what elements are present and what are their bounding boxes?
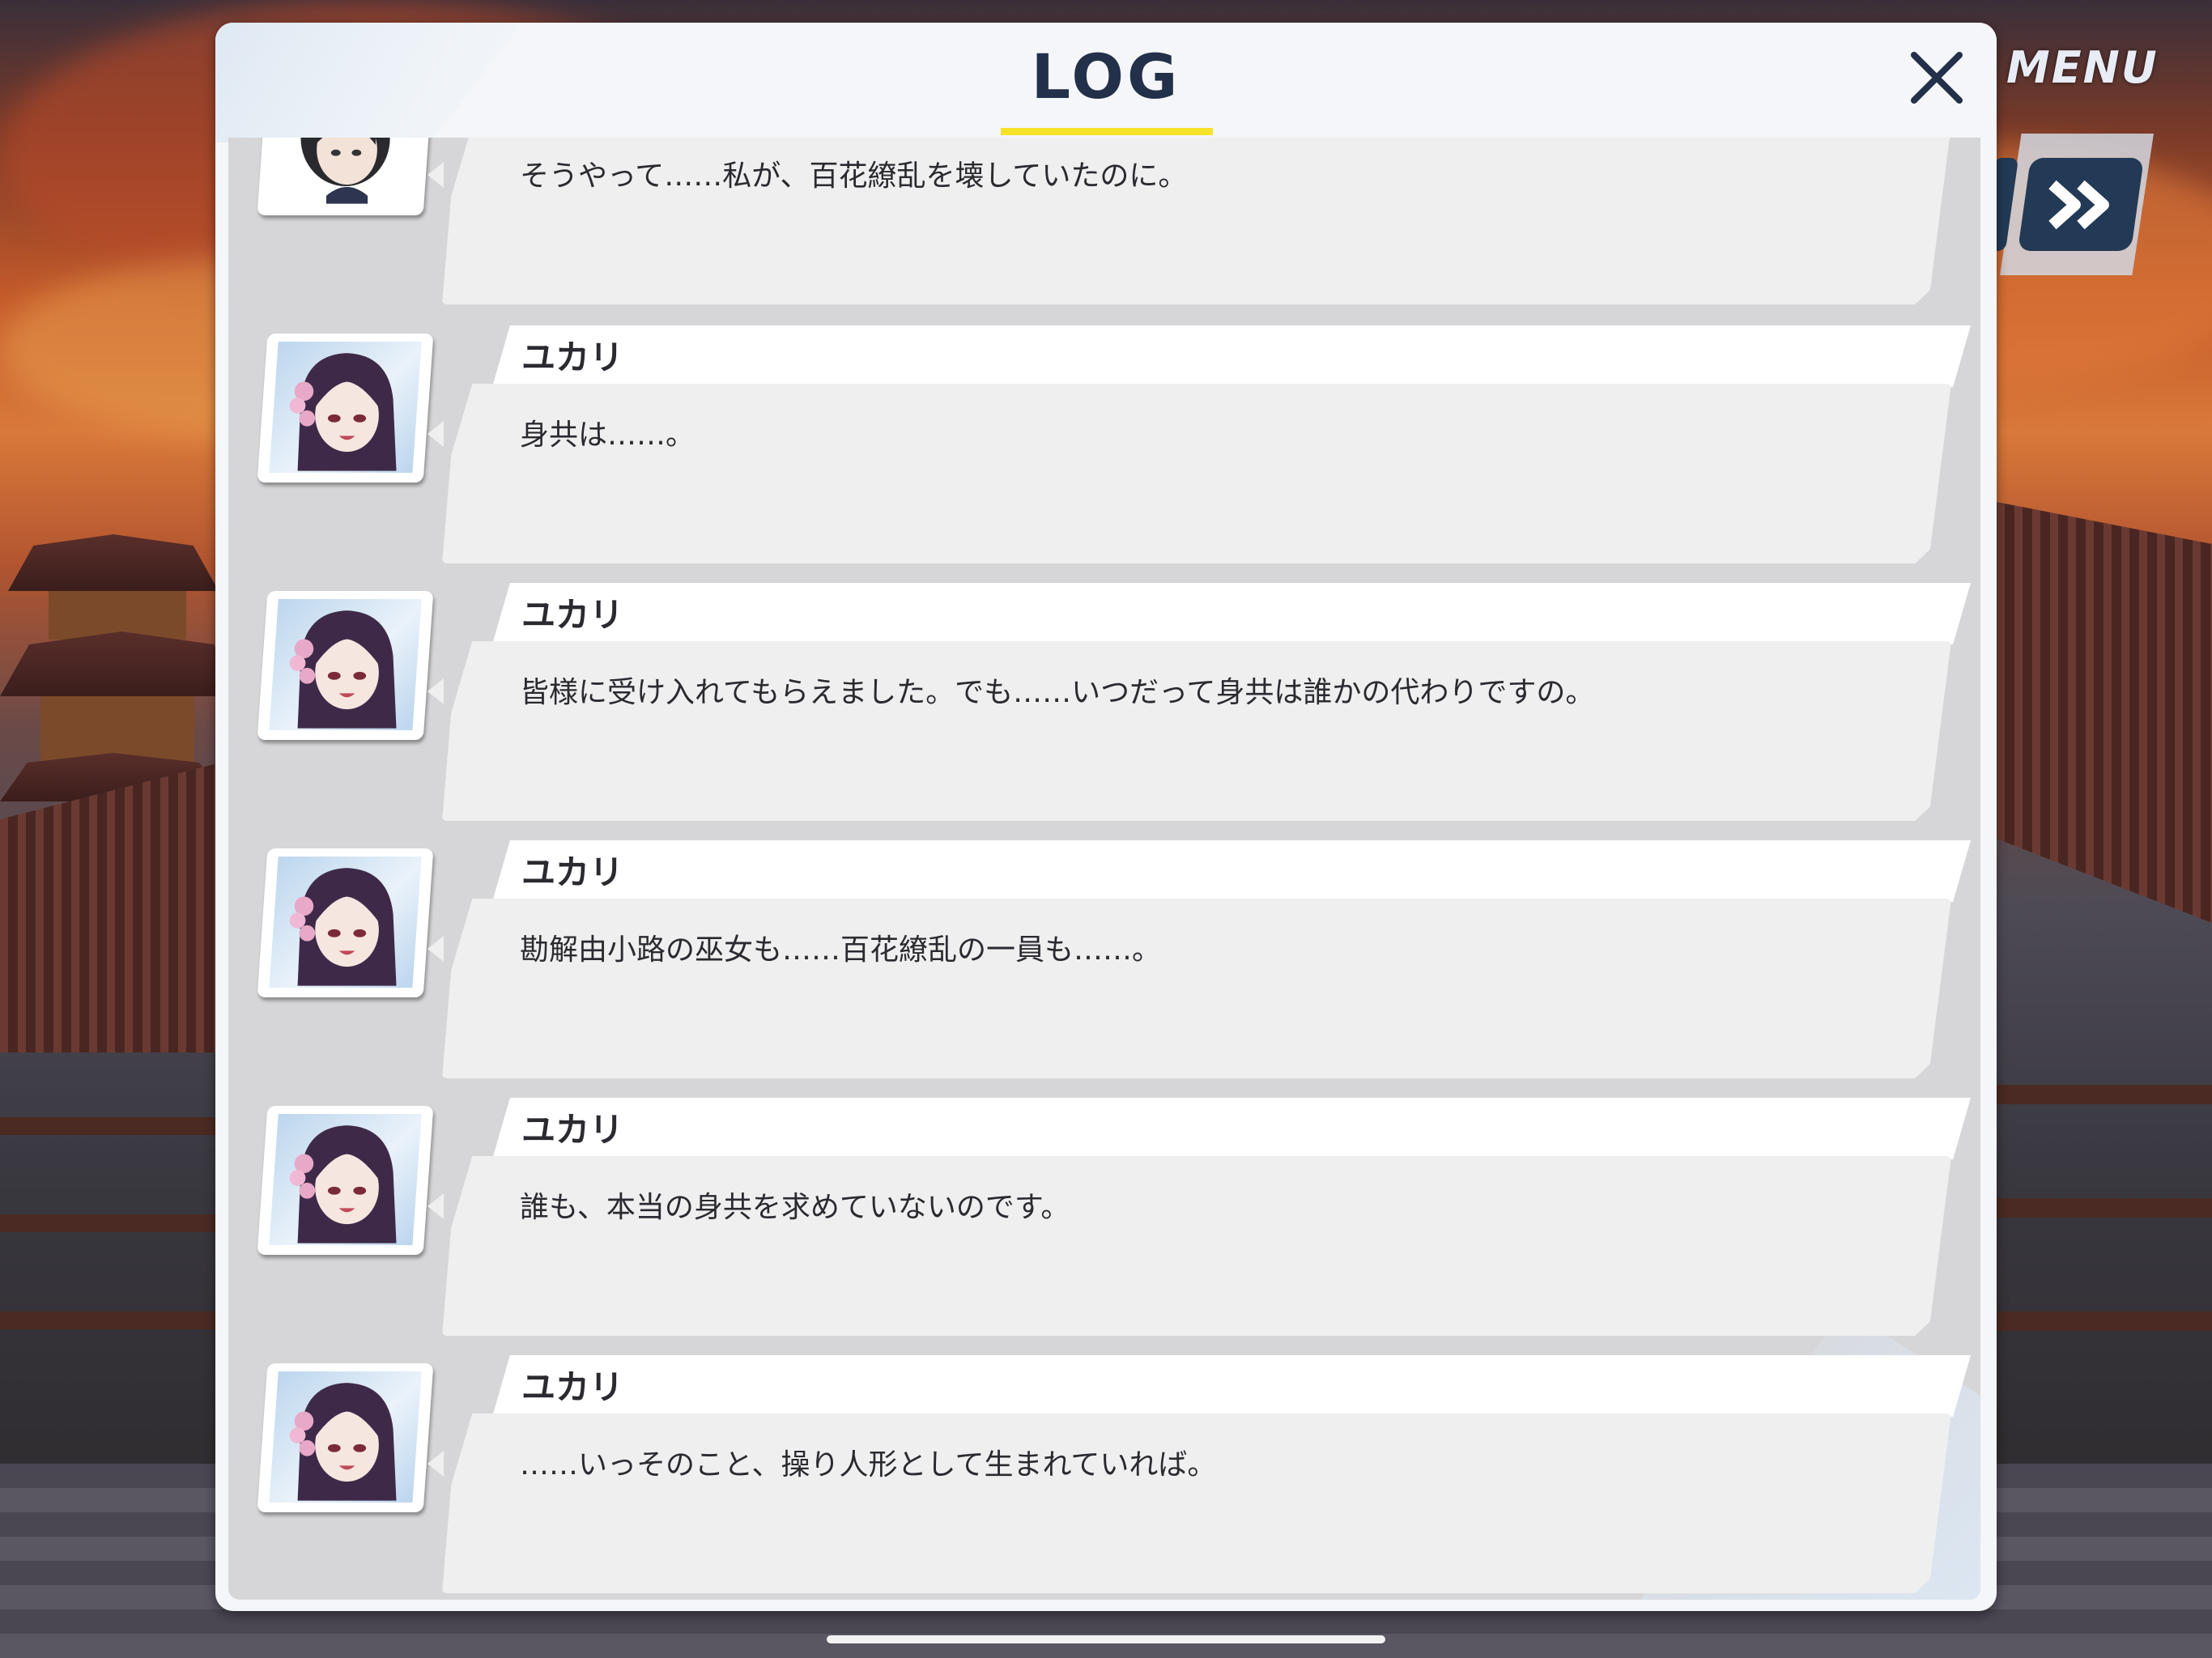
dialogue-text: ……いっそのこと、操り人形として生まれていれば。 bbox=[520, 1448, 1217, 1482]
speaker-name: ユカリ bbox=[521, 852, 624, 892]
yukari-portrait-icon bbox=[289, 1383, 397, 1501]
short-black-hair-girl-icon bbox=[300, 138, 390, 204]
log-entry: ユカリ ……いっそのこと、操り人形として生まれていれば。 bbox=[228, 1355, 1980, 1600]
dialogue-text: 勘解由小路の巫女も……百花繚乱の一員も……。 bbox=[520, 933, 1162, 967]
title-underline bbox=[1001, 128, 1213, 135]
dialogue-text: 誰も、本当の身共を求めていないのです。 bbox=[520, 1191, 1070, 1224]
menu-button[interactable]: MENU bbox=[2006, 42, 2159, 93]
dialogue-bubble: 勘解由小路の巫女も……百花繚乱の一員も……。 bbox=[442, 899, 1951, 1078]
speaker-name: ユカリ bbox=[521, 1367, 624, 1407]
home-indicator[interactable] bbox=[827, 1635, 1385, 1643]
dialogue-bubble: ……いっそのこと、操り人形として生まれていれば。 bbox=[442, 1414, 1951, 1593]
dialogue-bubble: そうやって……私が、百花繚乱を壊していたのに。 bbox=[442, 138, 1951, 304]
fast-forward-button[interactable] bbox=[2017, 158, 2145, 251]
speaker-name: ユカリ bbox=[521, 1110, 624, 1150]
log-entry: ユカリ 誰も、本当の身共を求めていないのです。 bbox=[228, 1098, 1980, 1355]
roof-tiles-right bbox=[1997, 502, 2212, 923]
dialogue-text: 身共は……。 bbox=[520, 419, 696, 452]
speaker-name-tab: ユカリ bbox=[492, 1355, 1971, 1417]
log-entry: ユカリ 勘解由小路の巫女も……百花繚乱の一員も……。 bbox=[228, 840, 1980, 1098]
log-title: LOG bbox=[1031, 40, 1181, 113]
yukari-portrait-icon bbox=[289, 868, 397, 986]
speaker-name-tab: ユカリ bbox=[492, 1098, 1971, 1159]
dialogue-bubble: 皆様に受け入れてもらえました。でも……いつだって身共は誰かの代わりですの。 bbox=[442, 641, 1951, 821]
yukari-portrait-icon bbox=[289, 610, 397, 729]
close-button[interactable] bbox=[1896, 37, 1977, 118]
log-scroll-area[interactable]: そうやって……私が、百花繚乱を壊していたのに。 ユカリ 身共は……。 ユカリ 皆… bbox=[228, 138, 1980, 1600]
fast-forward-icon bbox=[2048, 180, 2109, 229]
log-header: LOG bbox=[215, 23, 1997, 142]
yukari-portrait-icon bbox=[289, 353, 397, 471]
dialogue-bubble: 身共は……。 bbox=[442, 384, 1951, 563]
log-entry: そうやって……私が、百花繚乱を壊していたのに。 bbox=[228, 138, 1980, 324]
speaker-name: ユカリ bbox=[521, 595, 624, 635]
avatar bbox=[257, 848, 434, 997]
close-icon bbox=[1911, 52, 1963, 104]
dialogue-bubble: 誰も、本当の身共を求めていないのです。 bbox=[442, 1156, 1951, 1336]
speaker-name-tab: ユカリ bbox=[492, 840, 1971, 902]
avatar bbox=[257, 1106, 434, 1255]
dialogue-text: そうやって……私が、百花繚乱を壊していたのに。 bbox=[520, 159, 1188, 193]
log-entry: ユカリ 身共は……。 bbox=[228, 325, 1980, 583]
dialogue-text: 皆様に受け入れてもらえました。でも……いつだって身共は誰かの代わりですの。 bbox=[520, 676, 1595, 709]
avatar bbox=[257, 138, 434, 215]
avatar bbox=[257, 591, 434, 740]
yukari-portrait-icon bbox=[289, 1125, 397, 1244]
avatar bbox=[257, 1363, 434, 1512]
log-panel: LOG そうやって……私が、百花繚乱を壊していたのに。 ユカリ 身共は……。 ユ… bbox=[215, 23, 1997, 1611]
avatar bbox=[257, 334, 434, 483]
speaker-name: ユカリ bbox=[521, 338, 624, 377]
speaker-name-tab: ユカリ bbox=[492, 583, 1971, 644]
log-entry: ユカリ 皆様に受け入れてもらえました。でも……いつだって身共は誰かの代わりですの… bbox=[228, 583, 1980, 840]
speaker-name-tab: ユカリ bbox=[492, 325, 1971, 387]
